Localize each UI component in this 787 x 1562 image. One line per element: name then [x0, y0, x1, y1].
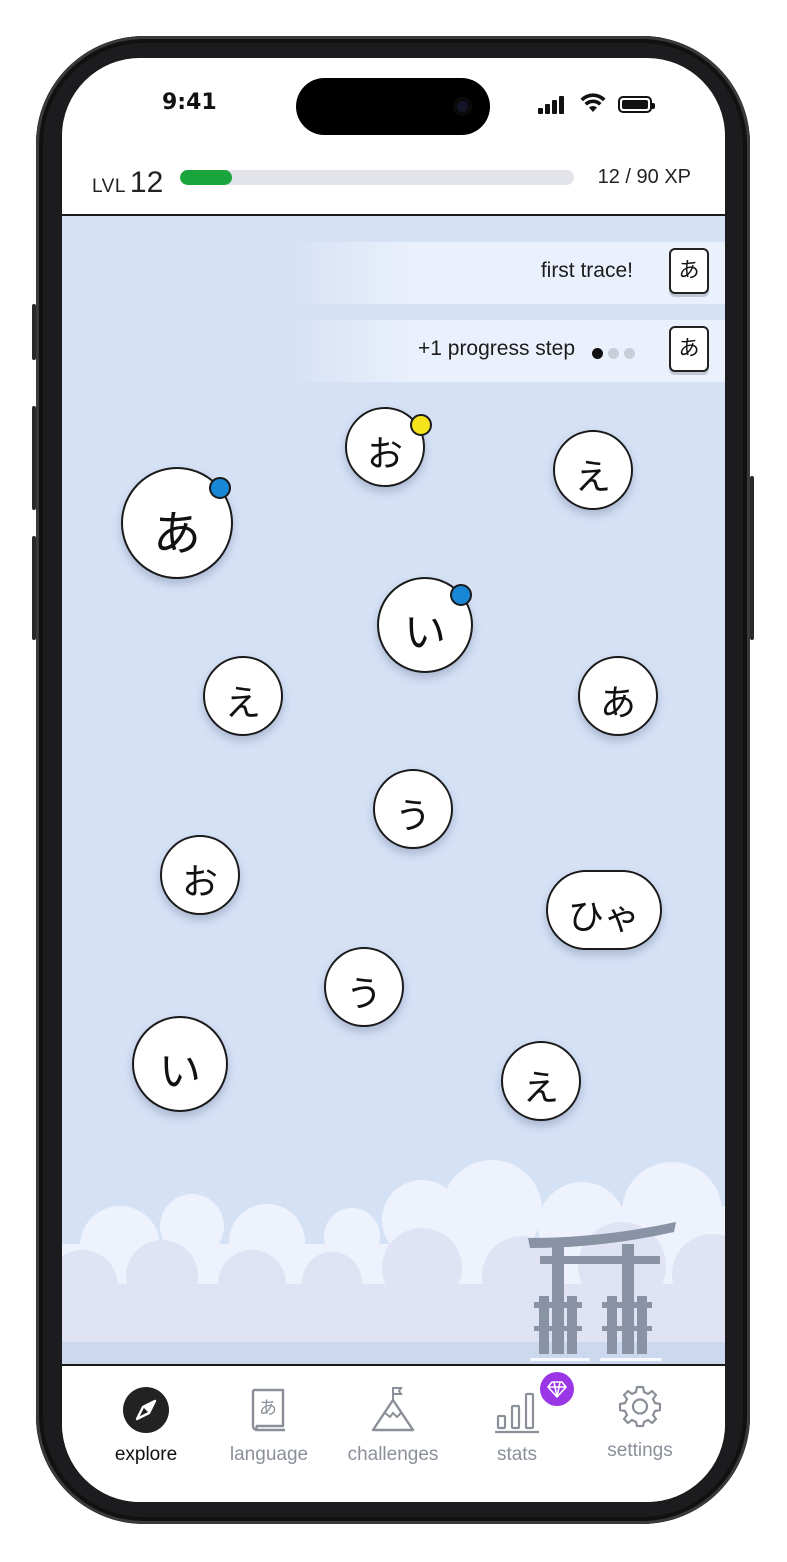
blue-dot-badge: [209, 477, 231, 499]
kana-bubble[interactable]: い: [132, 1016, 228, 1112]
power-button: [750, 476, 754, 640]
step-dot-done: [592, 348, 603, 359]
action-button: [32, 304, 36, 360]
kana-char: あ: [599, 683, 636, 724]
toast-text: first trace!: [540, 259, 633, 282]
kana-char: お: [181, 862, 218, 903]
book-icon: あ: [251, 1388, 285, 1432]
kana-char: え: [522, 1068, 559, 1109]
kana-bubble[interactable]: う: [324, 947, 404, 1027]
kana-char: い: [403, 608, 446, 657]
tab-label: challenges: [347, 1444, 439, 1465]
tab-explore[interactable]: explore: [86, 1378, 206, 1466]
explore-playfield: first trace! あ +1 progress step あ お え あ …: [62, 216, 725, 1364]
step-dot-pending: [608, 348, 619, 359]
toast-first-trace: first trace! あ: [285, 242, 725, 304]
xp-text: 12 / 90 XP: [597, 166, 691, 188]
level-number: 12: [129, 166, 164, 199]
blue-dot-badge: [450, 584, 472, 606]
status-bar: 9:41: [62, 58, 725, 156]
tab-settings[interactable]: settings: [580, 1374, 700, 1462]
kana-bubble[interactable]: い: [377, 577, 473, 673]
tab-label: language: [229, 1444, 309, 1465]
cloud-scenery: [62, 1160, 725, 1364]
wifi-icon: [580, 93, 606, 112]
tab-label: stats: [496, 1444, 538, 1465]
xp-progress-bar: [180, 170, 574, 185]
tab-language[interactable]: あ language: [209, 1378, 329, 1466]
dynamic-island: [296, 78, 490, 135]
kana-bubble[interactable]: ひゃ: [546, 870, 662, 950]
gem-badge-icon: [540, 1372, 574, 1406]
toast-progress-step: +1 progress step あ: [285, 320, 725, 382]
bar-chart-icon: [495, 1392, 539, 1434]
kana-bubble[interactable]: え: [553, 430, 633, 510]
tab-label: settings: [607, 1440, 673, 1461]
battery-icon: [618, 96, 655, 113]
kana-char: あ: [152, 506, 201, 562]
step-dot-pending: [624, 348, 635, 359]
yellow-dot-badge: [410, 414, 432, 436]
app-screen: 9:41 LVL 12 12 / 90 XP first trace! あ +1 …: [62, 58, 725, 1502]
kana-char: ひゃ: [567, 897, 640, 938]
camera-icon: [453, 97, 472, 116]
kana-bubble[interactable]: お: [160, 835, 240, 915]
kana-char: え: [574, 457, 611, 498]
compass-icon: [123, 1387, 169, 1433]
kana-char: え: [224, 683, 261, 724]
kana-bubble[interactable]: あ: [121, 467, 233, 579]
toast-character-key: あ: [669, 326, 709, 372]
kana-char: い: [158, 1047, 201, 1096]
progress-step-dots: [587, 344, 635, 363]
kana-bubble[interactable]: う: [373, 769, 453, 849]
level-header: LVL 12 12 / 90 XP: [62, 156, 725, 216]
kana-bubble[interactable]: え: [203, 656, 283, 736]
kana-char: う: [394, 796, 431, 837]
signal-icon: [538, 96, 566, 114]
kana-bubble[interactable]: え: [501, 1041, 581, 1121]
gear-icon: [618, 1385, 662, 1428]
xp-progress-fill: [180, 170, 233, 185]
tab-label: explore: [114, 1444, 178, 1465]
svg-text:あ: あ: [259, 1398, 277, 1419]
kana-bubble[interactable]: あ: [578, 656, 658, 736]
level-label: LVL: [92, 176, 126, 197]
level-indicator: LVL 12: [92, 166, 163, 200]
kana-char: う: [345, 974, 382, 1015]
kana-bubble[interactable]: お: [345, 407, 432, 487]
bottom-tab-bar: explore あ language challenges stats sett…: [62, 1364, 725, 1502]
tab-challenges[interactable]: challenges: [333, 1378, 453, 1466]
volume-down-button: [32, 536, 36, 640]
toast-text: +1 progress step: [417, 337, 575, 360]
mountain-flag-icon: [371, 1387, 415, 1432]
status-time: 9:41: [162, 90, 217, 115]
kana-char: お: [366, 434, 403, 475]
toast-character-key: あ: [669, 248, 709, 294]
volume-up-button: [32, 406, 36, 510]
